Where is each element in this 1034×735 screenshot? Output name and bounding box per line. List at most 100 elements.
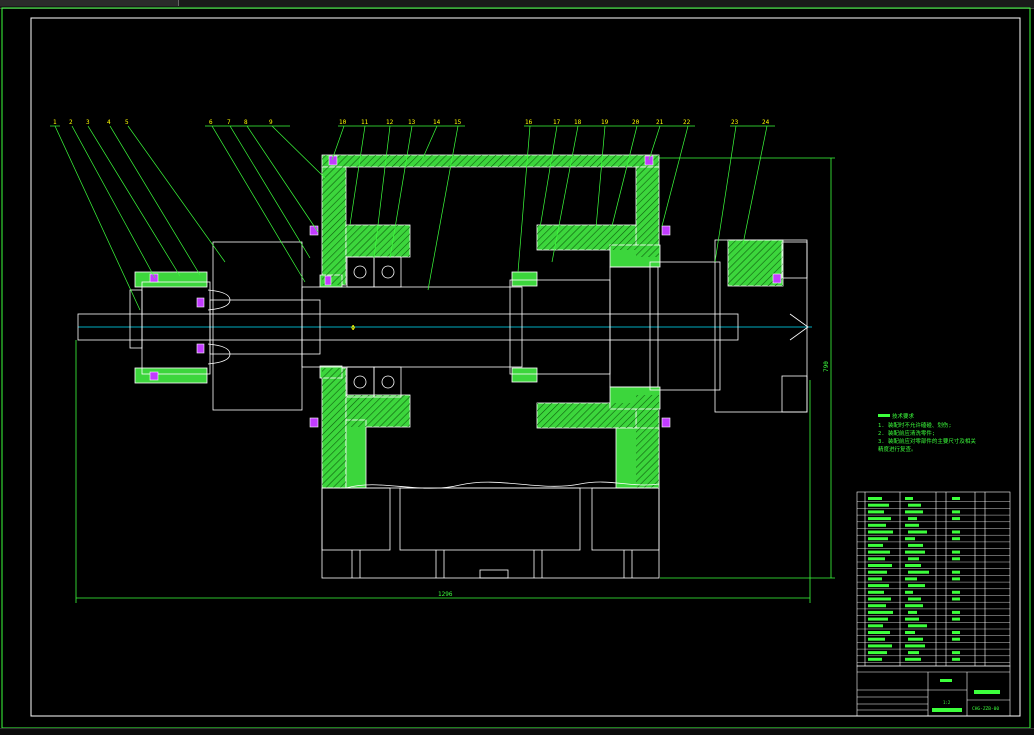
- parts-row-code-bar: [868, 590, 884, 594]
- balloon-5: 5: [125, 119, 129, 126]
- balloon-6: 6: [209, 119, 213, 126]
- technical-notes: 技术要求 1. 装配时不允许磕碰、划伤; 2. 装配前应清洗零件; 3. 装配前…: [878, 412, 976, 453]
- parts-row-code-bar: [868, 657, 882, 661]
- parts-row-name-bar: [908, 597, 921, 601]
- cad-window: 1296 790 1 2 3 4 5 6 7 8 9 10 11 12 13 1…: [0, 0, 1034, 735]
- spindle-assembly-outline: [77, 239, 809, 579]
- parts-row-code-bar: [868, 570, 887, 574]
- parts-row-material-bar: [952, 557, 960, 561]
- parts-row-code-bar: [868, 550, 890, 554]
- parts-row-material-bar: [952, 530, 960, 534]
- parts-row-material-bar: [952, 657, 960, 661]
- parts-row-material-bar: [952, 617, 960, 621]
- parts-row-name-bar: [905, 523, 919, 527]
- parts-row-code-bar: [868, 624, 883, 628]
- parts-row-material-bar: [952, 651, 960, 655]
- parts-row-material-bar: [952, 570, 960, 574]
- parts-row-material-bar: [952, 637, 960, 641]
- balloon-11: 11: [361, 119, 369, 126]
- parts-row-name-bar: [905, 550, 925, 554]
- notes-line-1: 1. 装配时不允许磕碰、划伤;: [878, 421, 952, 429]
- balloon-1: 1: [53, 119, 57, 126]
- parts-row-code-bar: [868, 537, 888, 541]
- parts-row-material-bar: [952, 517, 960, 521]
- parts-row-code-bar: [868, 564, 892, 567]
- parts-row-name-bar: [908, 570, 929, 574]
- parts-row-code-bar: [868, 604, 886, 608]
- parts-row-material-bar: [952, 597, 960, 601]
- notes-line-4: 精度进行复查。: [878, 445, 917, 453]
- housing-break-line: [345, 481, 660, 489]
- parts-row-code-bar: [868, 577, 882, 581]
- balloon-9: 9: [269, 119, 273, 126]
- parts-row-name-bar: [908, 557, 919, 561]
- balloon-15: 15: [454, 119, 462, 126]
- parts-row-name-bar: [905, 617, 919, 621]
- cad-canvas[interactable]: 1296 790 1 2 3 4 5 6 7 8 9 10 11 12 13 1…: [0, 0, 1034, 734]
- balloon-23: 23: [731, 119, 739, 126]
- parts-row-material-bar: [952, 510, 960, 514]
- parts-row-name-bar: [905, 590, 913, 594]
- parts-row-name-bar: [908, 517, 917, 521]
- parts-row-material-bar: [952, 610, 960, 614]
- balloon-3: 3: [86, 119, 90, 126]
- title-block-name-field: [974, 690, 1000, 694]
- parts-row-name-bar: [905, 497, 913, 500]
- parts-row-name-bar: [905, 644, 925, 648]
- balloon-7: 7: [227, 119, 231, 126]
- notes-heading: 技术要求: [892, 412, 915, 420]
- title-block-material-field: [932, 708, 962, 712]
- spindle-housing: [134, 154, 784, 489]
- parts-row-name-bar: [908, 530, 927, 534]
- balloon-13: 13: [408, 119, 416, 126]
- overall-length-dimension: 1296: [438, 591, 453, 598]
- parts-row-name-bar: [908, 543, 923, 547]
- balloon-14: 14: [433, 119, 441, 126]
- parts-row-material-bar: [952, 537, 960, 541]
- parts-row-material-bar: [952, 590, 960, 594]
- parts-row-code-bar: [868, 523, 886, 527]
- parts-list-rows: [857, 497, 1010, 663]
- parts-row-code-bar: [868, 584, 889, 588]
- parts-row-code-bar: [868, 543, 883, 547]
- parts-row-name-bar: [908, 503, 921, 507]
- parts-row-material-bar: [952, 631, 960, 634]
- parts-row-code-bar: [868, 497, 882, 500]
- parts-row-name-bar: [905, 657, 921, 661]
- balloon-16: 16: [525, 119, 533, 126]
- balloon-12: 12: [386, 119, 394, 126]
- parts-row-code-bar: [868, 637, 885, 641]
- parts-row-name-bar: [908, 624, 927, 628]
- notes-line-2: 2. 装配前应清洗零件;: [878, 429, 935, 437]
- balloon-8: 8: [244, 119, 248, 126]
- parts-row-code-bar: [868, 610, 893, 614]
- parts-row-name-bar: [905, 564, 921, 567]
- balloon-18: 18: [574, 119, 582, 126]
- parts-row-code-bar: [868, 644, 892, 648]
- parts-row-code-bar: [868, 503, 889, 507]
- balloon-20: 20: [632, 119, 640, 126]
- height-dimension: 790: [823, 361, 830, 372]
- balloon-21: 21: [656, 119, 664, 126]
- balloon-2: 2: [69, 119, 73, 126]
- title-block-company-field: [940, 679, 952, 682]
- parts-row-material-bar: [952, 497, 960, 500]
- parts-row-code-bar: [868, 651, 887, 655]
- section-hatching: [322, 155, 783, 488]
- parts-row-code-bar: [868, 510, 884, 514]
- balloon-10: 10: [339, 119, 347, 126]
- fasteners: [149, 155, 782, 428]
- balloon-22: 22: [683, 119, 691, 126]
- parts-row-code-bar: [868, 517, 891, 521]
- parts-row-name-bar: [908, 651, 919, 655]
- balloon-24: 24: [762, 119, 770, 126]
- balloon-4: 4: [107, 119, 111, 126]
- balloon-19: 19: [601, 119, 609, 126]
- title-block-scale: 1:2: [943, 700, 951, 705]
- part-balloons: 1 2 3 4 5 6 7 8 9 10 11 12 13 14 15 16 1…: [53, 119, 770, 126]
- parts-row-name-bar: [905, 510, 923, 514]
- parts-row-name-bar: [908, 584, 925, 588]
- parts-row-code-bar: [868, 597, 891, 601]
- bore-symbol: Φ: [351, 324, 355, 332]
- parts-row-material-bar: [952, 577, 960, 581]
